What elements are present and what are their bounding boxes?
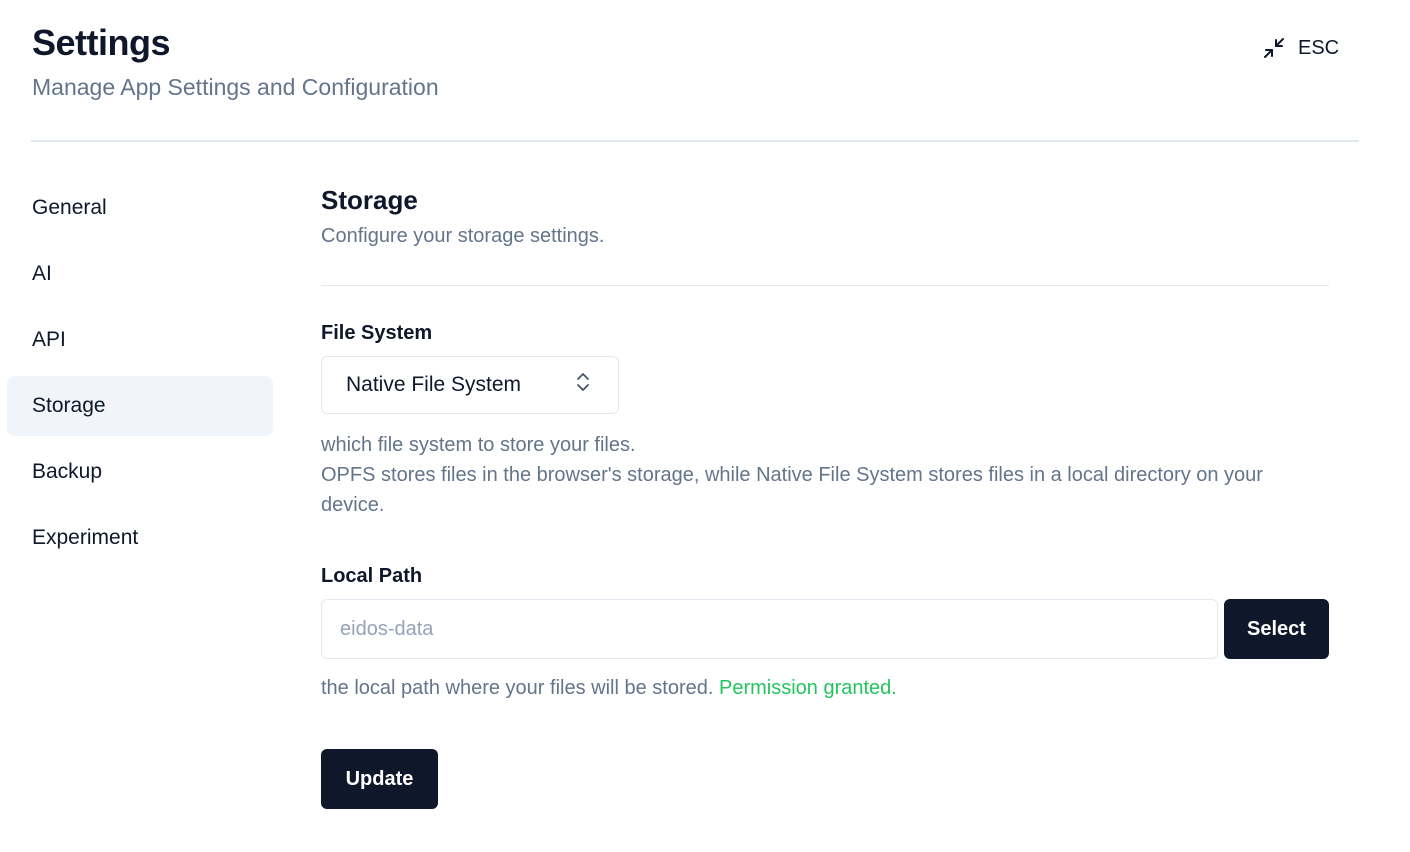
- sidebar-item-label: General: [32, 196, 107, 219]
- sidebar-item-label: Backup: [32, 460, 103, 483]
- file-system-selected-value: Native File System: [346, 373, 522, 396]
- sidebar-item-label: Experiment: [32, 526, 139, 549]
- file-system-select[interactable]: Native File System: [321, 356, 619, 414]
- section-title: Storage: [321, 185, 418, 215]
- sidebar-item-api[interactable]: API: [7, 310, 273, 370]
- local-path-input[interactable]: [321, 599, 1218, 659]
- sidebar-item-label: AI: [32, 262, 52, 285]
- file-system-help-line2: OPFS stores files in the browser's stora…: [321, 464, 1263, 516]
- local-path-help-text: the local path where your files will be …: [321, 677, 714, 699]
- close-settings-button[interactable]: ESC: [1262, 32, 1339, 64]
- local-path-help: the local path where your files will be …: [321, 673, 1321, 703]
- file-system-help: which file system to store your files. O…: [321, 430, 1321, 520]
- header-divider: [31, 140, 1359, 142]
- sidebar-item-general[interactable]: General: [7, 178, 273, 238]
- sidebar-item-label: Storage: [32, 394, 106, 417]
- section-description: Configure your storage settings.: [321, 225, 605, 247]
- settings-page: Settings Manage App Settings and Configu…: [0, 0, 1410, 852]
- sidebar-item-backup[interactable]: Backup: [7, 442, 273, 502]
- minimize-arrows-icon: [1262, 36, 1286, 60]
- settings-sidebar: General AI API Storage Backup Experiment: [7, 178, 273, 574]
- page-title: Settings: [32, 22, 171, 63]
- sidebar-item-label: API: [32, 328, 66, 351]
- sidebar-item-experiment[interactable]: Experiment: [7, 508, 273, 568]
- sidebar-item-ai[interactable]: AI: [7, 244, 273, 304]
- section-divider: [321, 285, 1329, 286]
- sidebar-item-storage[interactable]: Storage: [7, 376, 273, 436]
- chevron-up-down-icon: [574, 371, 592, 399]
- update-button[interactable]: Update: [321, 749, 438, 809]
- select-directory-button[interactable]: Select: [1224, 599, 1329, 659]
- local-path-label: Local Path: [321, 565, 423, 587]
- esc-label: ESC: [1298, 36, 1340, 59]
- page-subtitle: Manage App Settings and Configuration: [32, 74, 439, 100]
- file-system-help-line1: which file system to store your files.: [321, 434, 636, 456]
- file-system-label: File System: [321, 322, 433, 344]
- permission-status: Permission granted.: [718, 677, 897, 699]
